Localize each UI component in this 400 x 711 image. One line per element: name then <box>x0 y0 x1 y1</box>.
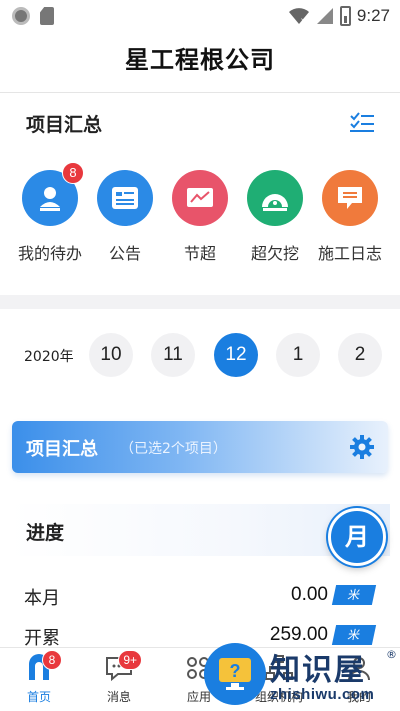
trend-chart-icon <box>172 170 228 226</box>
watermark-registered: ® <box>386 648 397 661</box>
unit-tag: 米 <box>331 625 377 645</box>
home-icon: 8 <box>24 650 62 682</box>
progress-title: 进度 <box>26 522 65 544</box>
stat-row-this-month: 本月 0.00 米 <box>24 582 377 610</box>
unit-tag: 米 <box>331 585 377 605</box>
svg-text:x: x <box>301 16 305 25</box>
signal-icon <box>316 8 333 24</box>
month-option[interactable]: 1 <box>276 333 320 377</box>
notice-card-icon <box>97 170 153 226</box>
banner-subtitle: （已选2个项目） <box>120 441 227 457</box>
help-monitor-icon: ? <box>219 658 251 690</box>
sd-card-icon <box>40 7 54 25</box>
action-label: 超欠挖 <box>250 244 299 263</box>
section-separator <box>0 295 400 309</box>
log-message-icon <box>322 170 378 226</box>
todo-count-badge: 8 <box>62 162 84 184</box>
month-option[interactable]: 10 <box>89 333 133 377</box>
stat-value: 0.00 <box>291 584 328 605</box>
quick-actions: 8 我的待办 公告 节超 超欠挖 施工日志 <box>0 162 400 270</box>
tunnel-gauge-icon <box>247 170 303 226</box>
action-notice[interactable]: 公告 <box>85 170 165 264</box>
person-badge-icon: 8 <box>22 162 84 226</box>
messages-badge: 9+ <box>118 650 142 670</box>
month-option[interactable]: 11 <box>151 333 195 377</box>
wifi-icon: x <box>288 8 309 25</box>
watermark-logo: ? <box>204 643 266 705</box>
action-label: 施工日志 <box>317 244 382 263</box>
status-bar: x 9:27 <box>0 0 400 32</box>
watermark-title: 知识屋 <box>270 653 366 688</box>
year-label: 2020年 <box>24 349 74 365</box>
chat-bubble-icon: 9+ <box>104 650 142 682</box>
section-title: 项目汇总 <box>26 114 103 136</box>
banner-title: 项目汇总 <box>26 439 98 460</box>
nav-label: 首页 <box>26 690 51 704</box>
action-label: 我的待办 <box>17 244 82 263</box>
action-my-todo[interactable]: 8 我的待办 <box>10 162 90 264</box>
action-construction-log[interactable]: 施工日志 <box>310 170 390 264</box>
month-option-selected[interactable]: 12 <box>214 333 258 377</box>
nav-label: 消息 <box>106 690 131 704</box>
svg-text:?: ? <box>230 661 241 681</box>
stat-value: 259.00 <box>269 624 328 645</box>
nav-home[interactable]: 8 首页 <box>4 650 74 705</box>
nav-messages[interactable]: 9+ 消息 <box>84 650 154 705</box>
watermark-url: zhishiwu.com <box>270 686 375 703</box>
gear-icon[interactable] <box>348 433 376 461</box>
action-label: 节超 <box>183 244 216 263</box>
month-option[interactable]: 2 <box>338 333 382 377</box>
stat-label: 本月 <box>24 588 60 609</box>
clock: 9:27 <box>356 6 390 25</box>
notification-dot-icon <box>12 7 30 25</box>
period-toggle-button[interactable]: 月 <box>328 508 386 566</box>
page-title: 星工程根公司 <box>125 46 275 74</box>
home-badge: 8 <box>42 650 62 670</box>
battery-icon <box>339 6 351 26</box>
action-over-under-excavation[interactable]: 超欠挖 <box>235 170 315 264</box>
checklist-icon[interactable] <box>349 110 375 132</box>
action-savings[interactable]: 节超 <box>160 170 240 264</box>
project-summary-banner[interactable]: 项目汇总 （已选2个项目） <box>12 421 388 473</box>
divider <box>0 92 400 93</box>
action-label: 公告 <box>108 244 141 263</box>
